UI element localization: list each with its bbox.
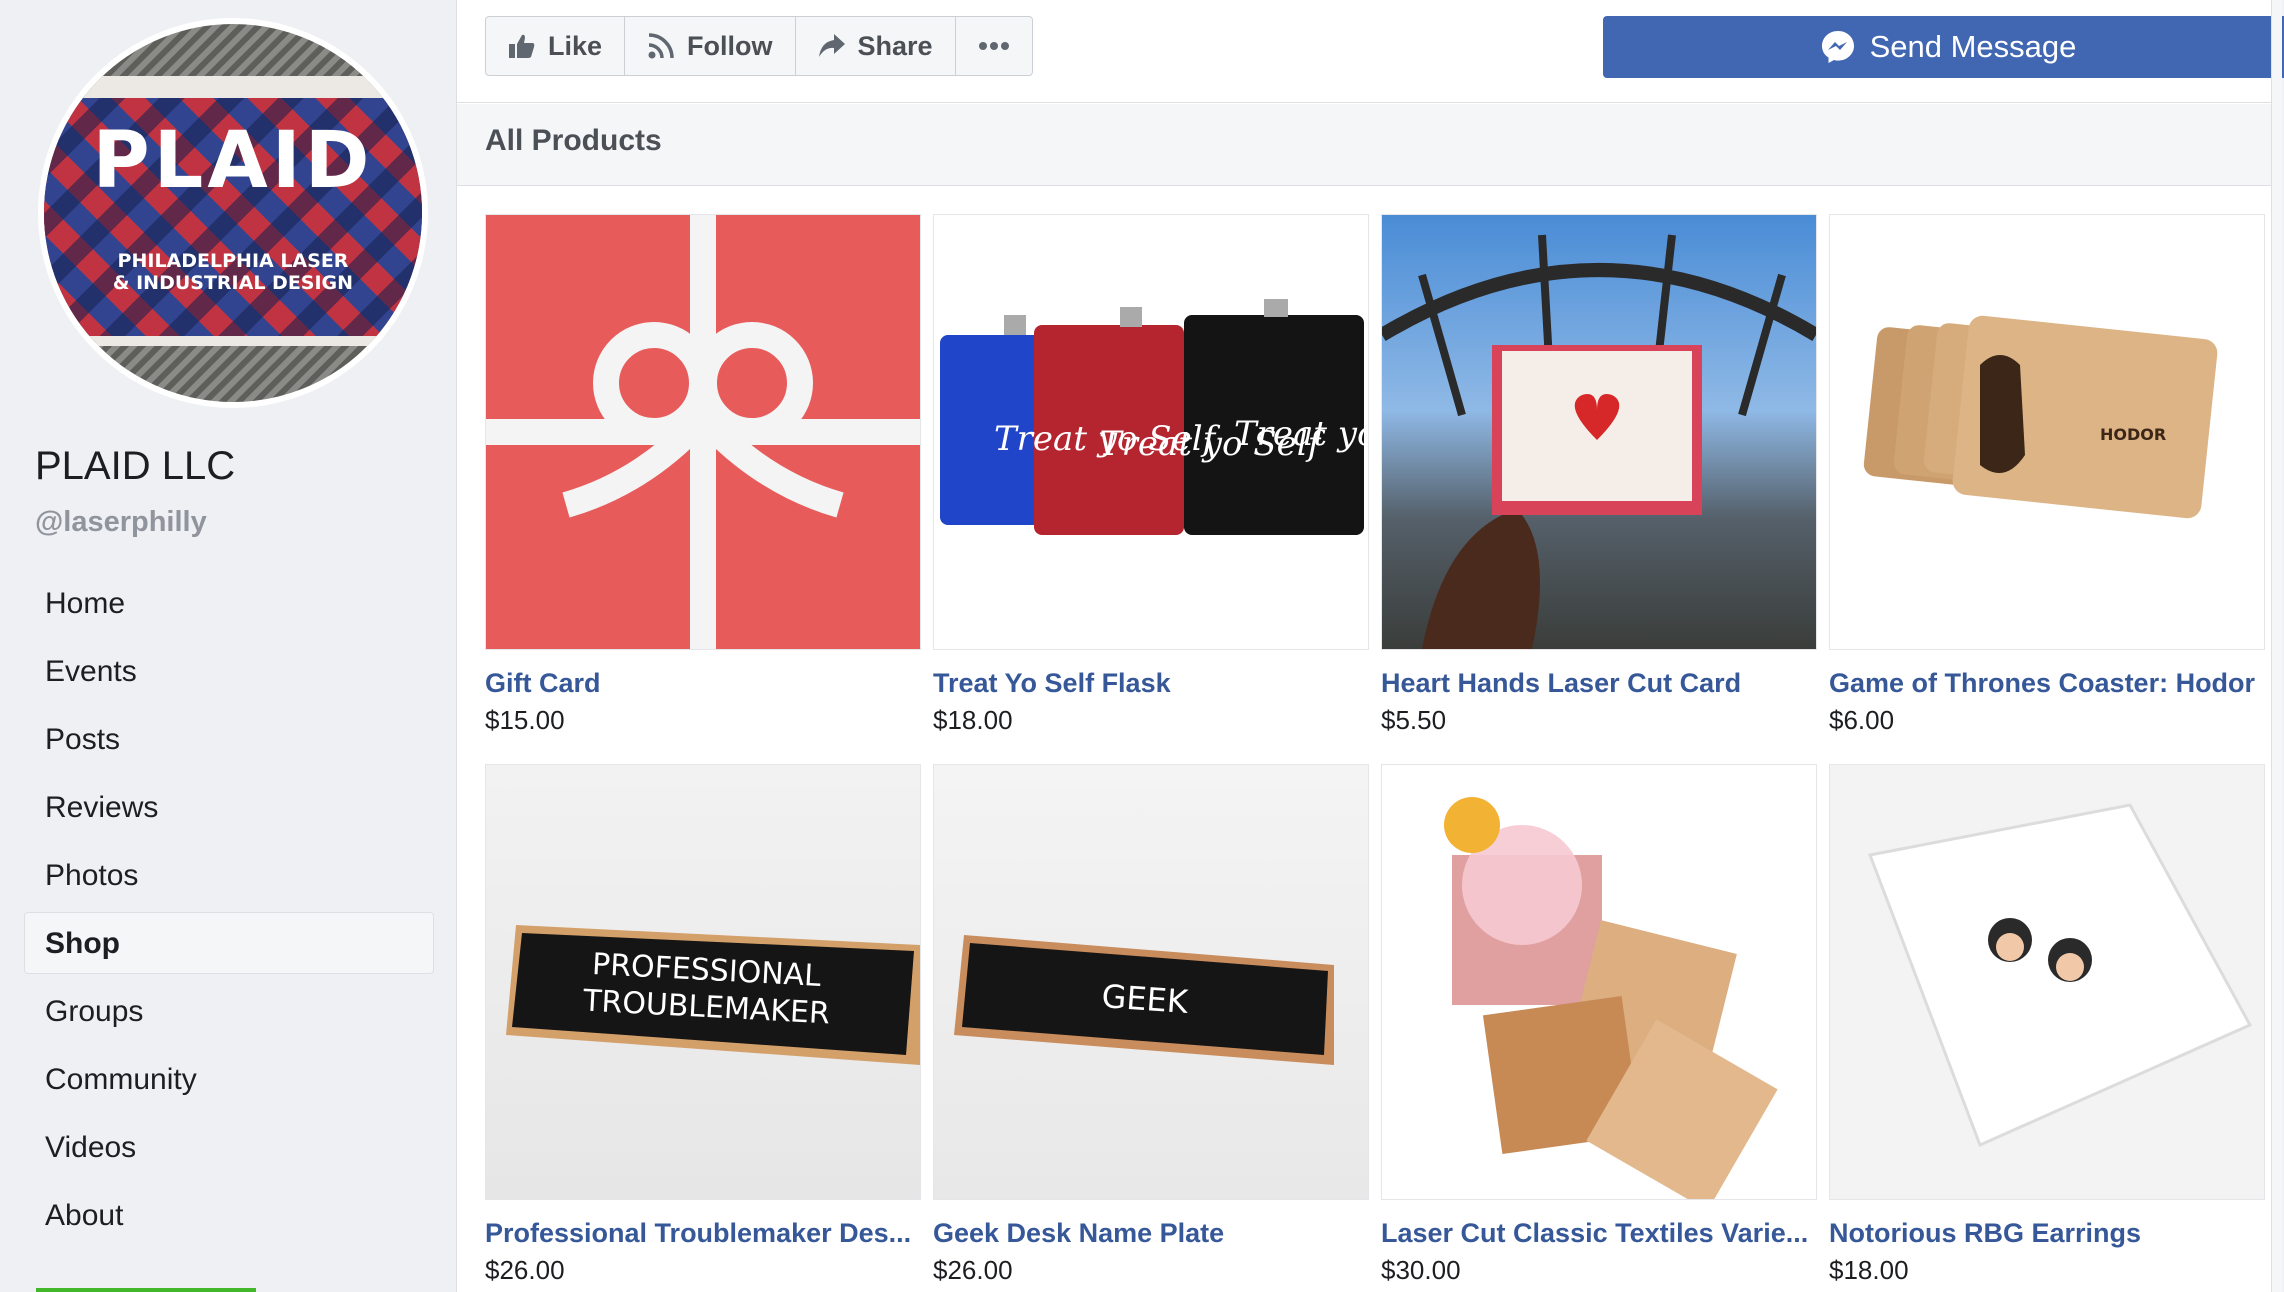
profile-avatar[interactable]: PLAID PHILADELPHIA LASER & INDUSTRIAL DE… [38,18,428,408]
messenger-icon [1821,31,1854,63]
logo-subtitle: PHILADELPHIA LASER & INDUSTRIAL DESIGN [44,250,422,294]
more-options-button[interactable] [956,17,1032,75]
product-name[interactable]: Geek Desk Name Plate [933,1218,1369,1249]
page-action-buttons: Like Follow Share [485,16,1033,76]
avatar-top-strip [44,76,422,98]
geek-text: GEEK [1100,977,1190,1021]
heart-card-image[interactable] [1381,214,1817,650]
logo-word: PLAID [92,116,374,206]
nav-item-videos[interactable]: Videos [24,1116,434,1178]
product-card[interactable]: GEEK Geek Desk Name Plate $26.00 [933,764,1369,1286]
product-price: $15.00 [485,705,565,735]
share-label: Share [857,30,933,61]
product-name[interactable]: Professional Troublemaker Des... [485,1218,921,1249]
section-title: All Products [485,124,662,157]
more-dots-icon [978,42,1009,50]
textile-coasters-image[interactable] [1381,764,1817,1200]
product-name[interactable]: Game of Thrones Coaster: Hodor [1829,668,2265,699]
gift-card-image[interactable] [485,214,921,650]
product-card[interactable]: Treat yo Self Treat yo Self Treat yo Sel… [933,214,1369,736]
nav-item-shop[interactable]: Shop [24,912,434,974]
flask-illustration: Treat yo Self Treat yo Self Treat yo Sel… [940,299,1368,535]
product-card[interactable]: Notorious RBG Earrings $18.00 [1829,764,2265,1286]
like-label: Like [548,30,603,61]
send-message-button[interactable]: Send Message [1603,16,2284,78]
textile-coasters-illustration [1444,797,1778,1199]
thumbs-up-icon [509,34,535,58]
follow-button[interactable]: Follow [625,17,796,75]
flask-image[interactable]: Treat yo Self Treat yo Self Treat yo Sel… [933,214,1369,650]
earrings-image[interactable] [1829,764,2265,1200]
product-price: $26.00 [933,1255,1013,1285]
product-name[interactable]: Heart Hands Laser Cut Card [1381,668,1817,699]
heart-card-illustration [1382,234,1816,649]
product-name[interactable]: Notorious RBG Earrings [1829,1218,2265,1249]
right-edge-strip [2271,0,2282,1292]
product-card[interactable]: PROFESSIONAL TROUBLEMAKER Professional T… [485,764,921,1286]
product-card[interactable]: Heart Hands Laser Cut Card $5.50 [1381,214,1817,736]
product-price: $5.50 [1381,705,1447,735]
gift-bow-icon [486,215,920,649]
coaster-illustration: HODOR [1863,315,2218,519]
product-card[interactable]: HODOR Game of Thrones Coaster: Hodor $6.… [1829,214,2265,736]
product-name[interactable]: Gift Card [485,668,921,699]
nameplate-illustration: PROFESSIONAL TROUBLEMAKER [506,925,920,1065]
product-name[interactable]: Laser Cut Classic Textiles Varie... [1381,1218,1817,1249]
create-button-edge[interactable] [36,1288,256,1292]
follow-label: Follow [687,30,773,61]
geek-nameplate-image[interactable]: GEEK [933,764,1369,1200]
send-message-label: Send Message [1869,29,2077,64]
action-bar: Like Follow Share Send Message [457,0,2284,103]
page-sidebar: PLAID PHILADELPHIA LASER & INDUSTRIAL DE… [0,0,456,1292]
product-price: $18.00 [933,705,1013,735]
nav-item-posts[interactable]: Posts [24,708,434,770]
page-nav: Home Events Posts Reviews Photos Shop Gr… [24,572,434,1252]
coaster-image[interactable]: HODOR [1829,214,2265,650]
share-button[interactable]: Share [796,17,956,75]
like-button[interactable]: Like [486,17,626,75]
nav-item-groups[interactable]: Groups [24,980,434,1042]
rss-follow-icon [648,33,674,59]
product-price: $6.00 [1829,705,1895,735]
page-handle[interactable]: @laserphilly [35,506,207,539]
coaster-text: HODOR [2100,425,2166,444]
product-card[interactable]: Laser Cut Classic Textiles Varie... $30.… [1381,764,1817,1286]
logo-subtitle-line-2: & INDUSTRIAL DESIGN [112,272,354,294]
nav-item-home[interactable]: Home [24,572,434,634]
products-section-header: All Products [457,104,2282,186]
earrings-illustration [1867,803,2253,1148]
product-price: $18.00 [1829,1255,1909,1285]
nav-item-about[interactable]: About [24,1184,434,1246]
flask-text-3: Treat yo Self [1234,414,1368,454]
nav-item-community[interactable]: Community [24,1048,434,1110]
main-content: Like Follow Share Send Message All Produ… [456,0,2284,1292]
nav-item-photos[interactable]: Photos [24,844,434,906]
nav-item-reviews[interactable]: Reviews [24,776,434,838]
avatar-bottom-strip [44,336,422,346]
logo-subtitle-line-1: PHILADELPHIA LASER [117,250,349,272]
product-price: $30.00 [1381,1255,1461,1285]
geek-nameplate-illustration: GEEK [954,935,1334,1065]
page-name[interactable]: PLAID LLC [35,444,235,489]
nav-item-events[interactable]: Events [24,640,434,702]
product-card[interactable]: Gift Card $15.00 [485,214,921,736]
product-name[interactable]: Treat Yo Self Flask [933,668,1369,699]
share-arrow-icon [818,34,845,57]
nameplate-image[interactable]: PROFESSIONAL TROUBLEMAKER [485,764,921,1200]
product-price: $26.00 [485,1255,565,1285]
